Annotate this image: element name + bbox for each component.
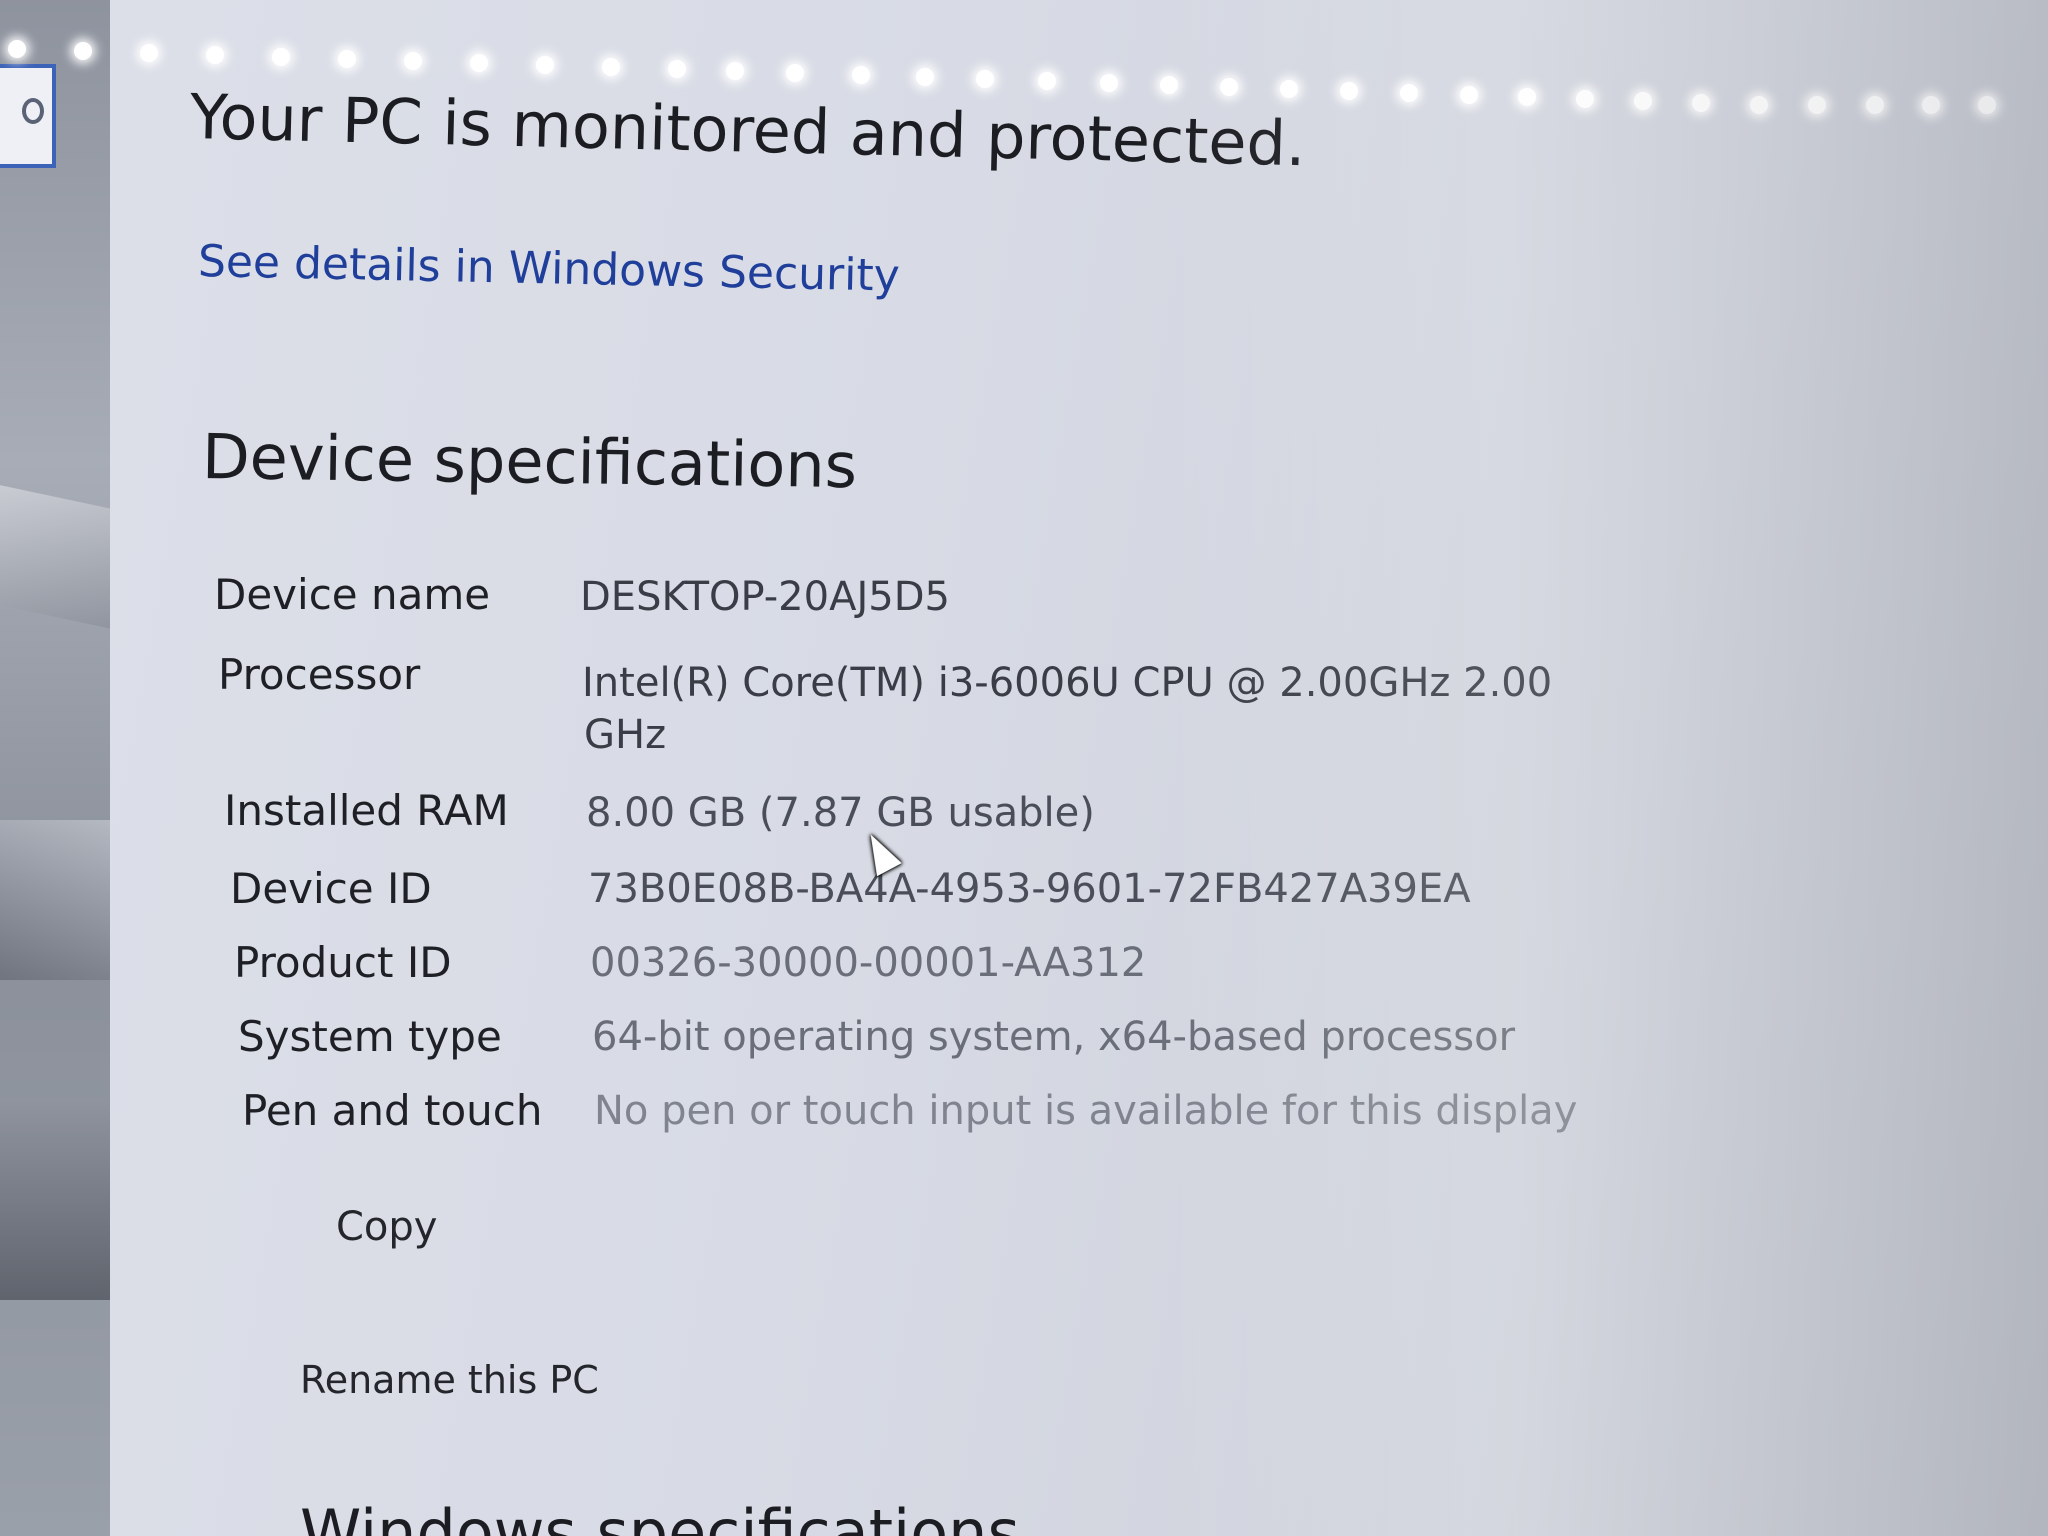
spec-value: 00326-30000-00001-AA312: [590, 940, 1147, 986]
light-reflection: [272, 48, 290, 66]
light-reflection: [74, 42, 92, 60]
spec-label: Installed RAM: [224, 786, 509, 835]
rename-pc-button[interactable]: Rename this PC: [300, 1358, 599, 1402]
spec-value-continuation: GHz: [584, 712, 667, 758]
spec-value: DESKTOP-20AJ5D5: [580, 574, 950, 620]
spec-label: System type: [238, 1012, 502, 1061]
light-reflection: [404, 52, 422, 70]
light-reflection: [1038, 72, 1056, 90]
spec-label: Pen and touch: [242, 1086, 543, 1135]
light-reflection: [1808, 96, 1826, 114]
light-reflection: [470, 54, 488, 72]
light-reflection: [1460, 86, 1478, 104]
light-reflection: [536, 56, 554, 74]
background-shape: [0, 1100, 120, 1300]
light-reflection: [1160, 76, 1178, 94]
light-reflection: [8, 40, 26, 58]
light-reflection: [1518, 88, 1536, 106]
light-reflection: [1100, 74, 1118, 92]
light-reflection: [1220, 78, 1238, 96]
light-reflection: [602, 58, 620, 76]
photo-of-settings-screen: Your PC is monitored and protected. See …: [0, 0, 2048, 1536]
light-reflection: [206, 46, 224, 64]
light-reflection: [1340, 82, 1358, 100]
spec-value: Intel(R) Core(TM) i3-6006U CPU @ 2.00GHz…: [582, 660, 1553, 706]
spec-value: 8.00 GB (7.87 GB usable): [586, 790, 1095, 836]
light-reflection: [726, 62, 744, 80]
light-reflection: [1576, 90, 1594, 108]
light-reflection: [1400, 84, 1418, 102]
spec-label: Product ID: [234, 938, 452, 987]
light-reflection: [1692, 94, 1710, 112]
light-reflection: [1280, 80, 1298, 98]
light-reflection: [852, 66, 870, 84]
spec-label: Device name: [214, 570, 491, 619]
about-settings-panel: [110, 0, 2048, 1536]
light-reflection: [1978, 96, 1996, 114]
spec-value: No pen or touch input is available for t…: [594, 1088, 1578, 1134]
light-reflection: [1866, 96, 1884, 114]
windows-specifications-heading: Windows specifications: [300, 1496, 1020, 1536]
spec-value: 64-bit operating system, x64-based proce…: [592, 1014, 1516, 1060]
spec-value: 73B0E08B-BA4A-4953-9601-72FB427A39EA: [588, 866, 1471, 912]
light-reflection: [1922, 96, 1940, 114]
light-reflection: [338, 50, 356, 68]
spec-label: Processor: [218, 650, 421, 699]
light-reflection: [668, 60, 686, 78]
light-reflection: [976, 70, 994, 88]
light-reflection: [786, 64, 804, 82]
light-reflection: [1750, 96, 1768, 114]
light-reflection: [916, 68, 934, 86]
copy-button[interactable]: Copy: [336, 1204, 437, 1250]
light-reflection: [140, 44, 158, 62]
device-specifications-heading: Device specifications: [201, 420, 858, 503]
spec-label: Device ID: [230, 864, 432, 913]
light-reflection: [1634, 92, 1652, 110]
